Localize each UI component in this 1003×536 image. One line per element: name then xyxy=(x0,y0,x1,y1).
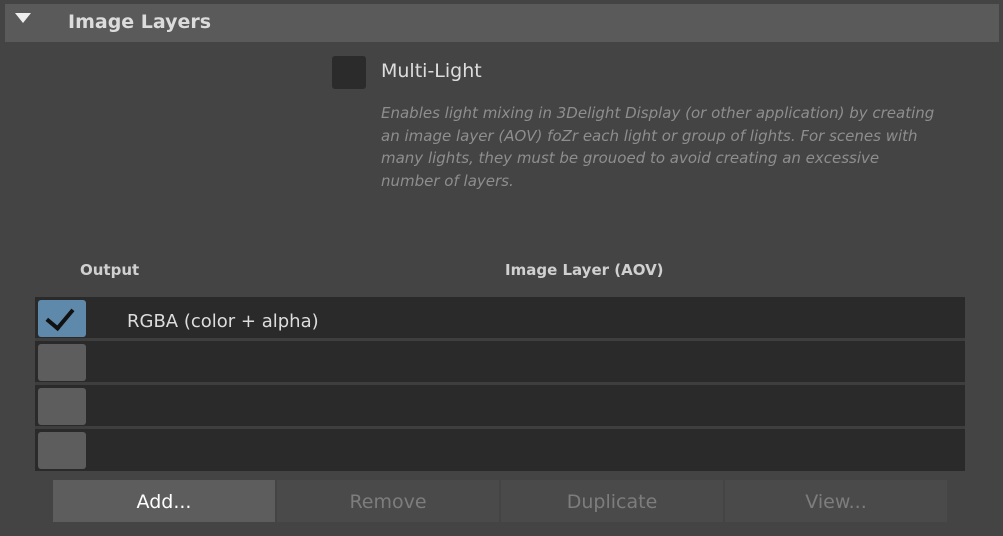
section-title: Image Layers xyxy=(68,11,212,33)
column-header-aov: Image Layer (AOV) xyxy=(505,261,664,279)
table-row[interactable] xyxy=(35,385,965,429)
remove-button[interactable]: Remove xyxy=(277,480,499,522)
column-header-output: Output xyxy=(80,261,140,279)
aov-label: RGBA (color + alpha) xyxy=(127,311,319,332)
table-row[interactable] xyxy=(35,341,965,385)
table-row[interactable] xyxy=(35,429,965,470)
multi-light-label: Multi-Light xyxy=(381,60,482,82)
duplicate-button[interactable]: Duplicate xyxy=(501,480,723,522)
aov-table: RGBA (color + alpha) xyxy=(35,297,965,471)
checkmark-icon xyxy=(45,300,75,332)
output-checkbox[interactable] xyxy=(38,388,86,425)
output-checkbox[interactable] xyxy=(38,432,86,469)
multi-light-description: Enables light mixing in 3Delight Display… xyxy=(381,104,935,190)
output-checkbox[interactable] xyxy=(38,300,86,337)
add-button[interactable]: Add... xyxy=(53,480,275,522)
table-row[interactable]: RGBA (color + alpha) xyxy=(35,297,965,341)
collapse-arrow-icon[interactable] xyxy=(15,13,31,23)
output-checkbox[interactable] xyxy=(38,344,86,381)
section-header[interactable]: Image Layers xyxy=(5,4,999,42)
multi-light-checkbox[interactable] xyxy=(332,56,366,89)
view-button[interactable]: View... xyxy=(725,480,947,522)
image-layers-panel: Image Layers Multi-Light Enables light m… xyxy=(0,0,1003,536)
